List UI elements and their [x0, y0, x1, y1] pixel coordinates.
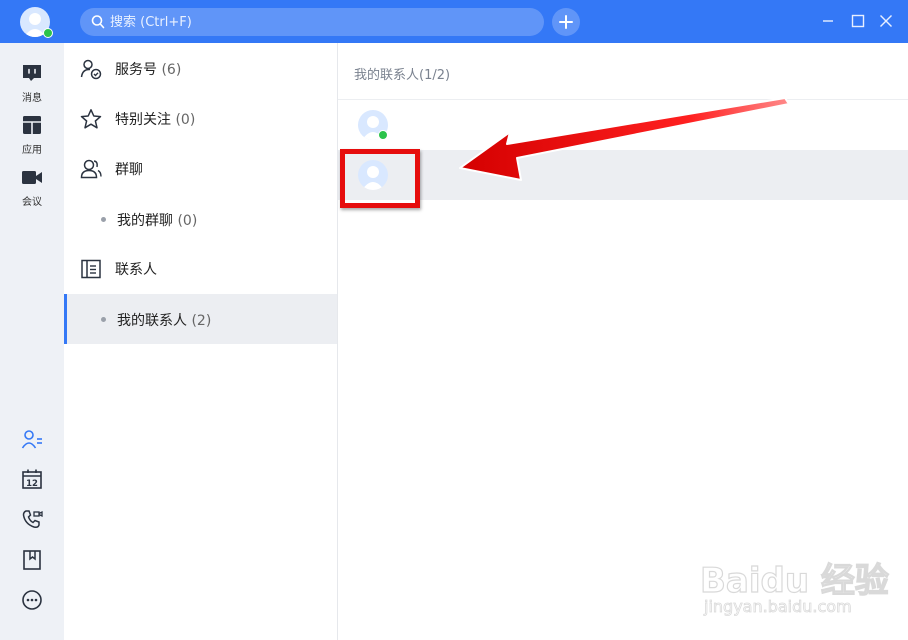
search-input[interactable] — [110, 8, 530, 36]
bookmark-button[interactable] — [21, 549, 43, 571]
minimize-icon — [823, 20, 833, 22]
group-contacts-label: 联系人 — [115, 262, 157, 278]
nav-sidebar: 消息 应用 会议 12 — [0, 43, 65, 640]
watermark: Baidu 经验 jingyan.baidu.com — [699, 545, 890, 625]
maximize-button[interactable] — [848, 11, 868, 31]
minimize-button[interactable] — [818, 11, 838, 31]
group-special-label: 特别关注 (0) — [115, 112, 196, 128]
group-group-chats[interactable]: 群聊 — [64, 144, 337, 194]
contacts-button[interactable] — [21, 428, 43, 450]
nav-label-apps: 应用 — [22, 145, 42, 156]
sub-my-contacts[interactable]: 我的联系人 (2) — [64, 294, 337, 344]
address-book-icon — [81, 259, 101, 279]
nav-label-messages: 消息 — [22, 93, 42, 104]
nav-item-messages[interactable]: 消息 — [0, 62, 64, 104]
close-icon — [880, 15, 892, 27]
search-icon — [91, 15, 105, 29]
nav-label-meeting: 会议 — [22, 197, 42, 208]
contact-category-panel: 服务号 (6) 特别关注 (0) 群聊 我的群聊 (0) 联系人 我的联系人 (… — [64, 43, 338, 640]
search-box[interactable] — [80, 8, 544, 36]
close-button[interactable] — [876, 11, 896, 31]
phone-button[interactable] — [21, 509, 43, 531]
bullet-dot — [101, 217, 106, 222]
phone-video-icon — [22, 510, 43, 528]
sub-my-groups-count: (0) — [177, 213, 198, 229]
apps-icon — [23, 116, 41, 134]
watermark-logo: Baidu 经验 — [699, 560, 889, 601]
title-bar — [0, 0, 908, 43]
bullet-dot — [101, 317, 106, 322]
calendar-day: 12 — [26, 479, 38, 489]
meeting-icon — [22, 171, 42, 184]
group-service-count: (6) — [161, 62, 182, 78]
group-chat-label: 群聊 — [115, 162, 143, 178]
contacts-icon — [21, 430, 42, 449]
group-contacts[interactable]: 联系人 — [64, 244, 337, 294]
watermark-url: jingyan.baidu.com — [704, 597, 852, 617]
bookmark-icon — [23, 550, 41, 570]
group-service-label: 服务号 (6) — [115, 62, 182, 78]
online-status-dot — [378, 130, 388, 140]
annotation-arrow-icon — [459, 97, 790, 181]
star-icon — [80, 109, 102, 129]
contacts-list-header: 我的联系人(1/2) — [354, 68, 451, 83]
calendar-button[interactable]: 12 — [21, 468, 43, 490]
nav-item-apps[interactable]: 应用 — [0, 114, 64, 156]
nav-item-meeting[interactable]: 会议 — [0, 166, 64, 208]
more-button[interactable] — [21, 589, 43, 611]
calendar-icon: 12 — [22, 469, 42, 489]
add-button[interactable] — [552, 8, 580, 36]
group-service-accounts[interactable]: 服务号 (6) — [64, 44, 337, 94]
sub-my-contacts-label: 我的联系人 (2) — [117, 313, 212, 329]
plus-icon — [559, 15, 573, 29]
group-special-count: (0) — [175, 112, 196, 128]
service-account-icon — [80, 59, 102, 80]
online-status-dot — [43, 28, 53, 38]
group-special-follow[interactable]: 特别关注 (0) — [64, 94, 337, 144]
sub-my-contacts-count: (2) — [191, 313, 212, 329]
sub-my-groups[interactable]: 我的群聊 (0) — [64, 194, 337, 244]
annotation-highlight-box — [340, 149, 420, 208]
message-icon — [23, 65, 41, 81]
maximize-icon — [851, 14, 865, 28]
sub-my-groups-label: 我的群聊 (0) — [117, 213, 198, 229]
group-chat-icon — [80, 159, 102, 179]
more-icon — [22, 590, 42, 610]
